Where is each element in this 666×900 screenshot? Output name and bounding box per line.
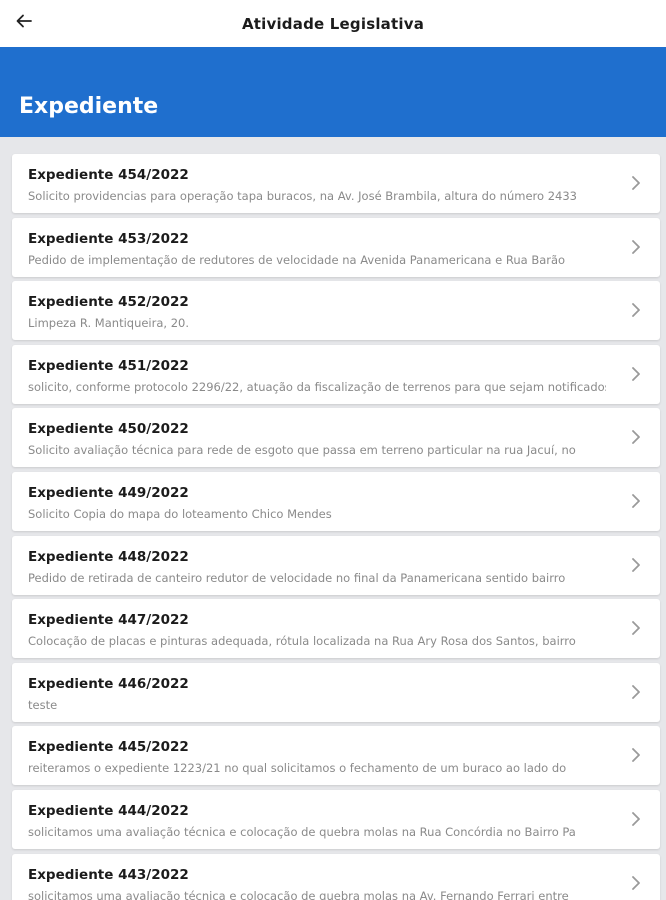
item-description: Solicito avaliação técnica para rede de … xyxy=(28,443,576,458)
item-description: Pedido de implementação de redutores de … xyxy=(28,252,566,267)
back-button[interactable] xyxy=(10,9,38,37)
top-app-bar: Atividade Legislativa xyxy=(0,0,666,47)
list-item[interactable]: Expediente 450/2022 Solicito avaliação té… xyxy=(12,408,660,468)
item-title: Expediente 446/2022 xyxy=(28,675,189,692)
list-item[interactable]: Expediente 445/2022 reiteramos o expedien… xyxy=(12,726,660,786)
chevron-right-icon xyxy=(632,557,640,572)
list-item[interactable]: Expediente 449/2022 Solicito Copia do map… xyxy=(12,471,660,531)
item-description: Colocação de placas e pinturas adequada,… xyxy=(28,634,576,649)
list-item[interactable]: Expediente 447/2022 Colocação de placas e… xyxy=(12,599,660,659)
item-description: solicitamos uma avaliação técnica e colo… xyxy=(28,888,569,900)
chevron-right-icon xyxy=(632,494,640,508)
item-title: Expediente 449/2022 xyxy=(28,484,189,501)
list-item[interactable]: Expediente 453/2022 Pedido de implementaç… xyxy=(12,217,660,277)
item-description: Limpeza R. Mantiqueira, 20. xyxy=(28,316,190,331)
chevron-right-icon xyxy=(632,239,640,254)
item-title: Expediente 444/2022 xyxy=(28,802,189,819)
chevron-right-icon xyxy=(632,748,640,763)
item-description: solicitamos uma avaliação técnica e colo… xyxy=(28,824,576,839)
chevron-right-icon xyxy=(632,812,640,826)
chevron-right-icon xyxy=(632,684,640,699)
list-item[interactable]: Expediente 443/2022 solicitamos uma avali… xyxy=(12,853,660,900)
chevron-right-icon xyxy=(632,621,640,636)
list-item[interactable]: Expediente 454/2022 Solicito providencias… xyxy=(12,154,660,213)
section-title: Expediente xyxy=(19,94,159,119)
item-title: Expediente 454/2022 xyxy=(28,167,189,183)
list-item[interactable]: Expediente 444/2022 solicitamos uma avali… xyxy=(12,789,660,849)
item-description: Solicito providencias para operação tapa… xyxy=(28,189,577,203)
item-description: Solicito Copia do mapa do loteamento Chi… xyxy=(28,506,332,521)
section-banner: Expediente xyxy=(0,47,666,137)
item-title: Expediente 448/2022 xyxy=(28,548,189,565)
item-title: Expediente 450/2022 xyxy=(28,421,189,438)
list-item[interactable]: Expediente 448/2022 Pedido de retirada de… xyxy=(12,535,660,595)
item-title: Expediente 453/2022 xyxy=(28,230,189,247)
chevron-right-icon xyxy=(632,366,640,381)
item-description: teste xyxy=(28,697,58,712)
chevron-right-icon xyxy=(632,430,640,445)
expediente-list: Expediente 454/2022 Solicito providencias… xyxy=(12,154,660,900)
item-description: Pedido de retirada de canteiro redutor d… xyxy=(28,570,566,585)
item-title: Expediente 445/2022 xyxy=(28,739,189,756)
item-title: Expediente 452/2022 xyxy=(28,294,189,311)
chevron-right-icon xyxy=(632,303,640,318)
list-item[interactable]: Expediente 446/2022 teste xyxy=(12,662,660,722)
chevron-right-icon xyxy=(632,875,640,890)
item-title: Expediente 443/2022 xyxy=(28,866,189,883)
arrow-left-icon xyxy=(15,12,33,35)
list-item[interactable]: Expediente 451/2022 solicito, conforme pr… xyxy=(12,344,660,404)
chevron-right-icon xyxy=(632,176,640,190)
list-item[interactable]: Expediente 452/2022 Limpeza R. Mantiqueir… xyxy=(12,281,660,341)
item-description: reiteramos o expediente 1223/21 no qual … xyxy=(28,761,567,776)
page-title: Atividade Legislativa xyxy=(241,14,425,33)
item-title: Expediente 447/2022 xyxy=(28,612,189,629)
item-title: Expediente 451/2022 xyxy=(28,357,189,374)
item-description: solicito, conforme protocolo 2296/22, at… xyxy=(28,379,606,394)
